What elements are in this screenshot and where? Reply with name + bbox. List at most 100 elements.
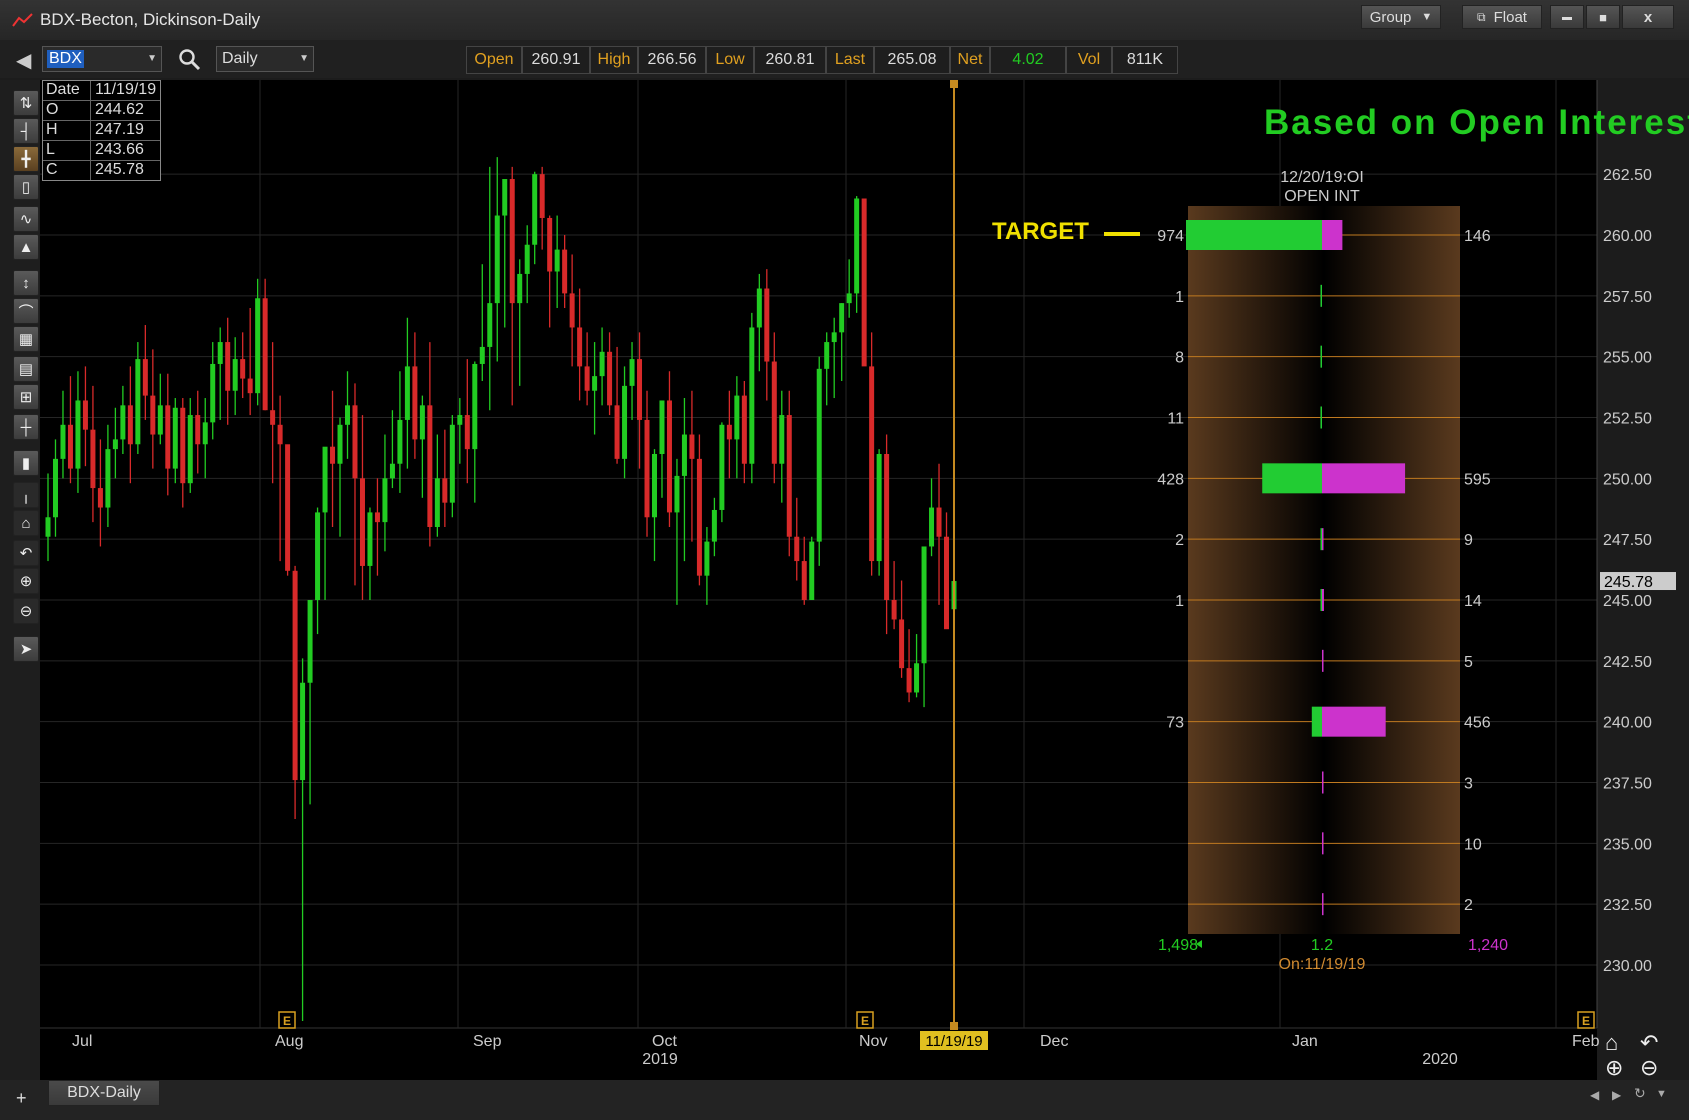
candle[interactable]	[569, 254, 575, 367]
candle[interactable]	[906, 629, 912, 703]
tab-bdx-daily[interactable]: BDX-Daily	[48, 1080, 160, 1106]
candle[interactable]	[846, 259, 852, 318]
candle[interactable]	[809, 536, 815, 600]
candle[interactable]	[584, 332, 590, 406]
candle[interactable]	[599, 327, 605, 406]
candle[interactable]	[726, 390, 732, 479]
candle[interactable]	[771, 332, 777, 484]
candle[interactable]	[382, 434, 388, 552]
candle[interactable]	[127, 366, 133, 484]
candle[interactable]	[517, 259, 523, 386]
candle[interactable]	[869, 332, 875, 576]
candle[interactable]	[90, 385, 96, 523]
candle[interactable]	[719, 422, 725, 523]
candle[interactable]	[779, 390, 785, 503]
candle[interactable]	[225, 317, 231, 425]
candle[interactable]	[651, 449, 657, 562]
candle[interactable]	[562, 235, 568, 308]
candle[interactable]	[944, 512, 950, 630]
candle[interactable]	[345, 371, 351, 459]
candle[interactable]	[659, 400, 665, 498]
candle[interactable]	[532, 171, 538, 265]
candle[interactable]	[247, 308, 253, 416]
candle[interactable]	[292, 565, 298, 819]
candle[interactable]	[839, 303, 845, 381]
candle[interactable]	[921, 546, 927, 708]
candle[interactable]	[539, 166, 545, 250]
candle[interactable]	[135, 342, 141, 454]
chevron-down-icon[interactable]: ▼	[1656, 1088, 1667, 1100]
candle[interactable]	[120, 385, 126, 454]
candle[interactable]	[741, 381, 747, 484]
candle[interactable]	[434, 434, 440, 537]
candle[interactable]	[801, 536, 807, 605]
candle[interactable]	[300, 658, 306, 1021]
candle[interactable]	[240, 332, 246, 399]
candle[interactable]	[419, 395, 425, 498]
candle[interactable]	[217, 327, 223, 420]
add-tab-button[interactable]: +	[16, 1088, 27, 1109]
candle[interactable]	[487, 166, 493, 411]
candle[interactable]	[936, 463, 942, 605]
candle[interactable]	[322, 446, 328, 600]
candle[interactable]	[427, 342, 433, 547]
candle[interactable]	[876, 449, 882, 576]
zoom-in-icon[interactable]: ⊕	[1605, 1055, 1623, 1081]
candle[interactable]	[202, 398, 208, 479]
candle[interactable]	[82, 366, 88, 467]
candle[interactable]	[764, 269, 770, 401]
candle[interactable]	[689, 390, 695, 542]
candle[interactable]	[816, 356, 822, 566]
candle[interactable]	[674, 458, 680, 605]
candle[interactable]	[577, 288, 583, 401]
candle[interactable]	[367, 507, 373, 600]
candle[interactable]	[337, 417, 343, 537]
candle[interactable]	[97, 439, 103, 547]
candle[interactable]	[666, 371, 672, 527]
candle[interactable]	[60, 390, 66, 479]
refresh-icon[interactable]: ↻	[1634, 1085, 1646, 1102]
candle[interactable]	[607, 332, 613, 416]
candle[interactable]	[899, 580, 905, 678]
earnings-marker[interactable]: E	[278, 1011, 296, 1029]
candle[interactable]	[786, 390, 792, 557]
candle[interactable]	[232, 337, 238, 416]
candle[interactable]	[831, 317, 837, 399]
candle[interactable]	[195, 390, 201, 474]
candle[interactable]	[629, 342, 635, 420]
candle[interactable]	[187, 398, 193, 493]
candle[interactable]	[374, 478, 380, 576]
date-cursor-handle[interactable]	[950, 1022, 958, 1030]
candle[interactable]	[479, 264, 485, 381]
candle[interactable]	[307, 600, 313, 805]
candle[interactable]	[554, 215, 560, 308]
date-cursor-handle[interactable]	[950, 80, 958, 88]
candle[interactable]	[330, 390, 336, 527]
candle[interactable]	[824, 332, 830, 406]
candle[interactable]	[52, 439, 58, 537]
price-chart[interactable]: 974 146 1 8 11 428 595 2 9 1 14 5 73 456 3 10 2 262.50 26…	[0, 0, 1689, 1120]
scroll-right-icon[interactable]: ▶	[1612, 1088, 1621, 1102]
candle[interactable]	[681, 398, 687, 562]
candle[interactable]	[105, 424, 111, 527]
candle[interactable]	[644, 390, 650, 537]
candle[interactable]	[547, 215, 553, 328]
candle[interactable]	[397, 371, 403, 493]
candle[interactable]	[711, 497, 717, 557]
candle[interactable]	[622, 366, 628, 479]
candle[interactable]	[502, 179, 508, 328]
candle[interactable]	[150, 349, 156, 469]
candle[interactable]	[412, 332, 418, 459]
candle[interactable]	[884, 434, 890, 635]
candle[interactable]	[794, 497, 800, 581]
candle[interactable]	[285, 444, 291, 576]
candle[interactable]	[142, 325, 148, 420]
candle[interactable]	[352, 383, 358, 586]
candle[interactable]	[861, 198, 867, 367]
candle[interactable]	[914, 634, 920, 698]
candle[interactable]	[112, 407, 118, 479]
candle[interactable]	[157, 373, 163, 445]
home-icon[interactable]: ⌂	[1605, 1030, 1618, 1056]
candle[interactable]	[75, 371, 81, 493]
candle[interactable]	[464, 359, 470, 484]
